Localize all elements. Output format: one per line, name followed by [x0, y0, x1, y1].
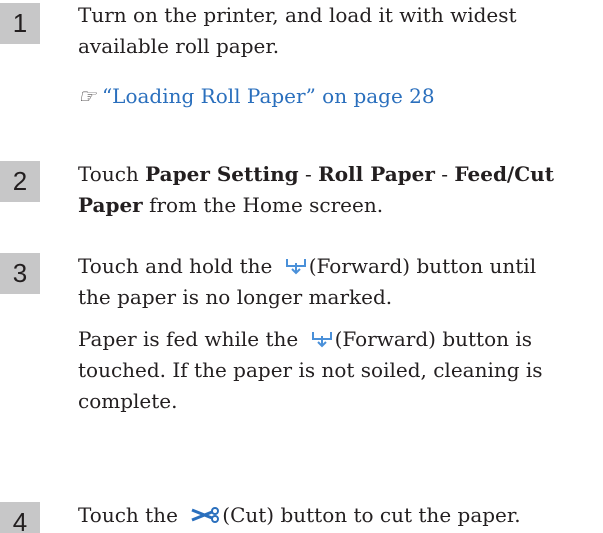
menu-path-roll-paper: Roll Paper: [318, 162, 435, 186]
step-text-line: Touch the (Cut) button to cut the paper.: [78, 503, 521, 527]
step-text-line: complete.: [78, 389, 178, 413]
menu-path-paper: Paper: [78, 193, 143, 217]
step-4: 4 Touch the (Cut) button to cut the pape…: [0, 500, 603, 533]
menu-path-paper-setting: Paper Setting: [145, 162, 299, 186]
step-text-line: available roll paper.: [78, 34, 280, 58]
step-text-line: Touch Paper Setting - Roll Paper - Feed/…: [78, 162, 554, 186]
reference-pointer-icon: ☞: [78, 84, 96, 108]
step-text-line: Turn on the printer, and load it with wi…: [78, 3, 517, 27]
step-number-badge: 2: [0, 161, 40, 202]
step-text-line: Paper is fed while the (Forward) button …: [78, 327, 533, 351]
step-text-line: Touch and hold the (Forward) button unti…: [78, 254, 537, 278]
forward-feed-icon: [311, 332, 332, 348]
step-number-badge: 3: [0, 253, 40, 294]
step-number-badge: 4: [0, 502, 40, 533]
menu-path-feed-cut: Feed/Cut: [454, 162, 554, 186]
forward-feed-icon: [285, 259, 306, 275]
step-text-line: the paper is no longer marked.: [78, 285, 393, 309]
step-3-body: Touch and hold the (Forward) button unti…: [78, 251, 603, 417]
step-text-line: touched. If the paper is not soiled, cle…: [78, 358, 543, 382]
cross-reference[interactable]: ☞ “Loading Roll Paper” on page 28: [78, 81, 603, 112]
step-4-body: Touch the (Cut) button to cut the paper.: [78, 500, 603, 531]
step-number-badge: 1: [0, 3, 40, 44]
scissors-cut-icon: [191, 507, 220, 523]
step-text-line: Paper from the Home screen.: [78, 193, 384, 217]
cross-reference-link[interactable]: “Loading Roll Paper” on page 28: [102, 84, 435, 108]
step-1-body: Turn on the printer, and load it with wi…: [78, 0, 603, 112]
step-2-body: Touch Paper Setting - Roll Paper - Feed/…: [78, 159, 603, 221]
